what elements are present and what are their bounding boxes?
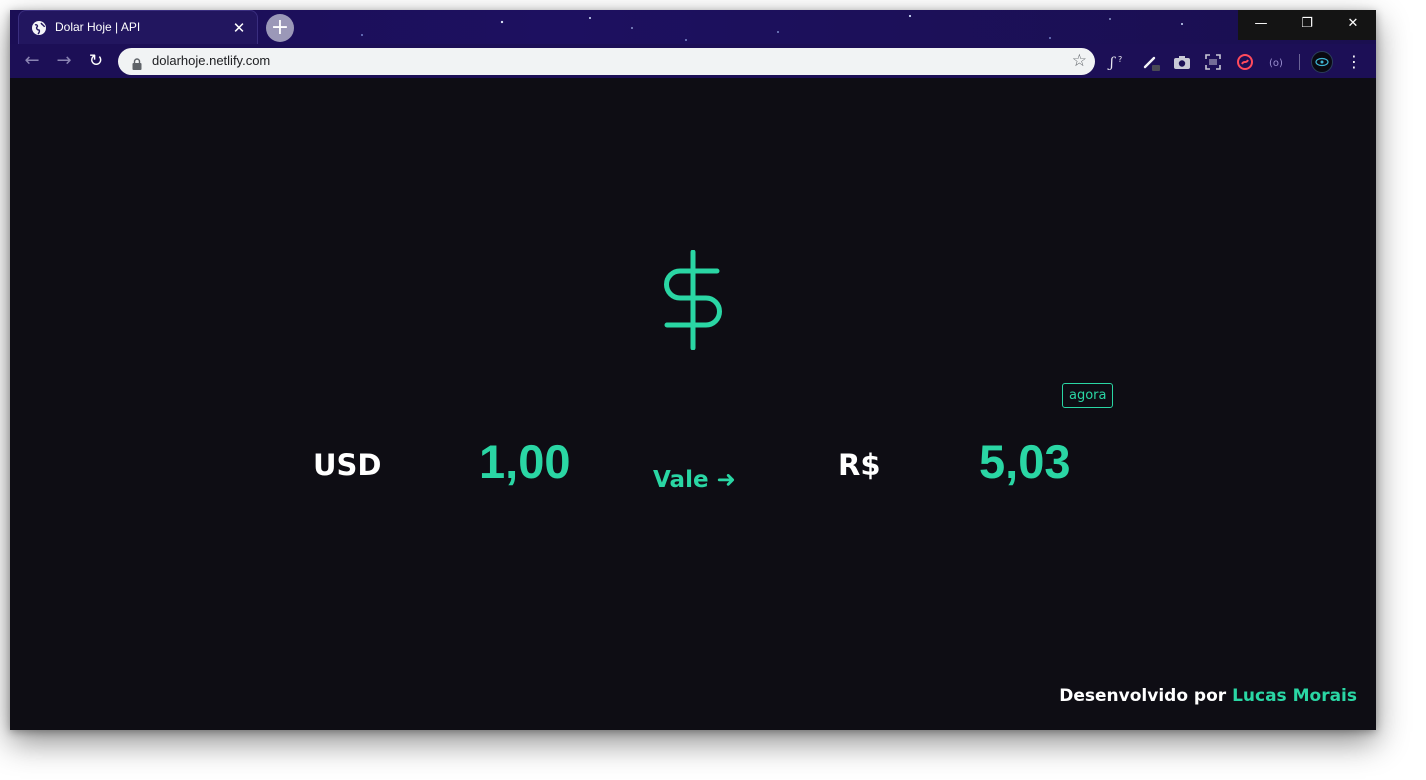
bookmark-star-icon[interactable]: ☆ bbox=[1072, 51, 1087, 71]
footer-credit: Desenvolvido por Lucas Morais bbox=[1059, 686, 1357, 706]
page-content: agora USD 1,00 Vale ➜ R$ 5,03 Desenvolvi… bbox=[10, 78, 1376, 730]
dollar-sign-icon bbox=[660, 249, 726, 351]
browser-window: Dolar Hoje | API ✕ + — ❐ ✕ ← → ↻ dolarho… bbox=[10, 10, 1376, 730]
maximize-button[interactable]: ❐ bbox=[1284, 10, 1330, 40]
title-bar: Dolar Hoje | API ✕ + — ❐ ✕ bbox=[10, 10, 1376, 44]
tiktok-icon[interactable] bbox=[1235, 52, 1255, 72]
close-tab-icon[interactable]: ✕ bbox=[229, 18, 249, 38]
minimize-button[interactable]: — bbox=[1238, 10, 1284, 40]
pen-icon[interactable] bbox=[1141, 52, 1161, 72]
svg-text:ʃ: ʃ bbox=[1107, 55, 1116, 71]
exchange-rate-value: 5,03 bbox=[979, 435, 1071, 488]
browser-toolbar: ← → ↻ dolarhoje.netlify.com ☆ ʃ? (o) ⋮ bbox=[10, 44, 1376, 78]
updated-badge: agora bbox=[1062, 383, 1114, 408]
toolbar-divider bbox=[1299, 54, 1300, 70]
menu-icon[interactable]: ⋮ bbox=[1346, 52, 1362, 72]
browser-tab-active[interactable]: Dolar Hoje | API ✕ bbox=[18, 10, 258, 44]
reload-button[interactable]: ↻ bbox=[85, 50, 107, 72]
lock-icon bbox=[132, 55, 142, 70]
footer-prefix: Desenvolvido por bbox=[1059, 686, 1233, 706]
camera-icon[interactable] bbox=[1172, 52, 1192, 72]
back-button[interactable]: ← bbox=[21, 50, 43, 72]
svg-text:(o): (o) bbox=[1269, 58, 1283, 69]
author-link[interactable]: Lucas Morais bbox=[1232, 686, 1357, 706]
base-amount: 1,00 bbox=[479, 435, 571, 488]
tab-title: Dolar Hoje | API bbox=[55, 20, 141, 34]
url-text[interactable]: dolarhoje.netlify.com bbox=[152, 53, 270, 68]
forward-button[interactable]: → bbox=[53, 50, 75, 72]
globe-icon bbox=[32, 21, 46, 35]
formula-icon[interactable]: ʃ? bbox=[1107, 52, 1127, 72]
svg-text:?: ? bbox=[1118, 55, 1122, 64]
address-bar[interactable]: dolarhoje.netlify.com ☆ bbox=[118, 48, 1095, 75]
new-tab-button[interactable]: + bbox=[266, 14, 294, 42]
relation-label: Vale ➜ bbox=[653, 467, 736, 493]
screenshot-icon[interactable] bbox=[1203, 52, 1223, 72]
profile-avatar[interactable] bbox=[1311, 51, 1333, 73]
base-currency-label: USD bbox=[313, 448, 382, 482]
cast-icon[interactable]: (o) bbox=[1267, 52, 1287, 72]
close-window-button[interactable]: ✕ bbox=[1330, 10, 1376, 40]
target-currency-label: R$ bbox=[838, 448, 881, 482]
